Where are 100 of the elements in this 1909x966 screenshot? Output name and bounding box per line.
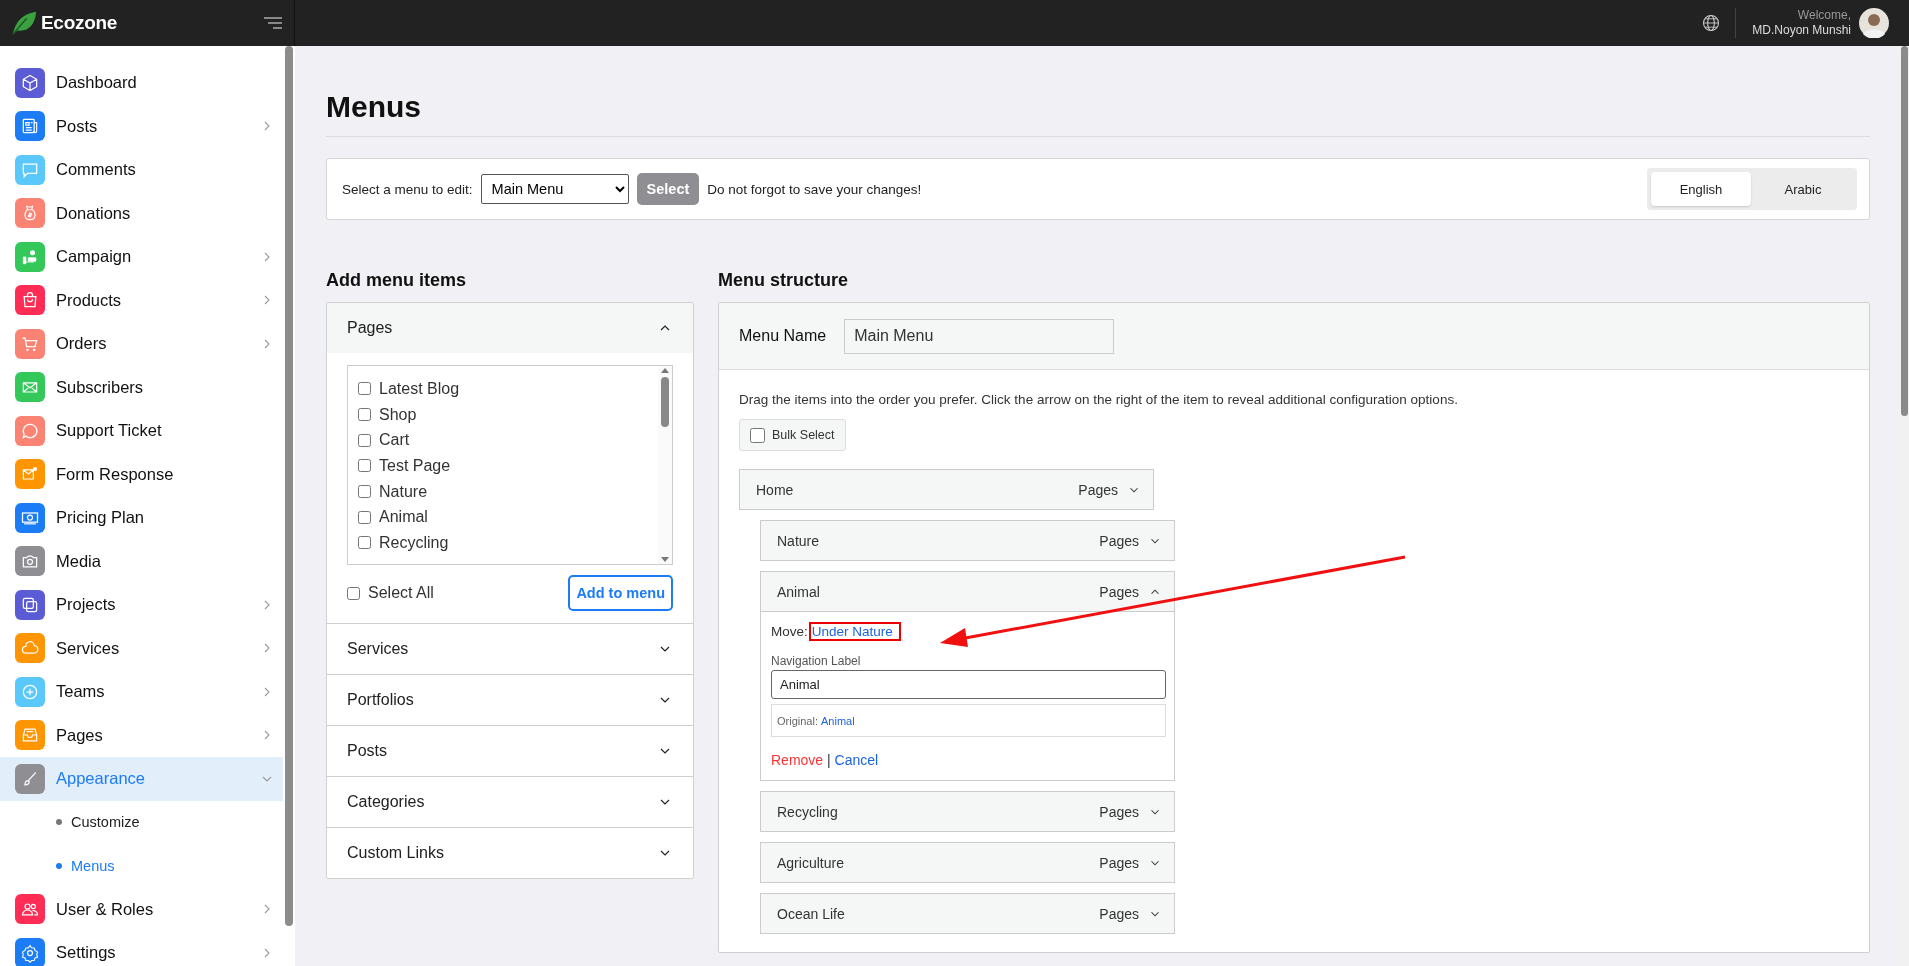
checkbox[interactable] [750,427,765,443]
section-title: Portfolios [347,691,414,709]
page-option: Test Page [379,456,451,475]
section-heading: Menu structure [718,270,850,291]
scrollbar-thumb[interactable] [661,377,669,427]
menu-select[interactable]: Main Menu [480,174,629,204]
sidebar-item[interactable]: Comments [0,148,283,192]
menu-icon[interactable] [262,14,284,32]
item-type: Pages [1099,532,1139,549]
page-option: Shop [379,405,417,424]
scroll-down-icon [660,556,670,564]
item-type: Pages [1099,905,1139,922]
sidebar-item[interactable]: User & Roles [0,887,283,931]
sidebar-item[interactable]: Projects [0,583,283,627]
menu-item-bar[interactable]: Recycling Pages [760,791,1175,832]
page-option: Recycling [379,533,449,552]
checkbox[interactable] [358,382,371,396]
user-name[interactable]: MD.Noyon Munshi [1752,23,1851,38]
original-label: Original: [777,714,818,727]
sidebar-item[interactable]: Campaign [0,235,283,279]
move-label: Move: [771,624,808,639]
section-title: Pages [347,319,393,337]
sidebar-item[interactable]: Products [0,278,283,322]
menu-item-bar[interactable]: Nature Pages [760,520,1175,561]
menu-item-label: Nature [777,532,821,549]
menu-item-label: Agriculture [777,854,845,871]
globe-icon[interactable] [1701,13,1722,33]
section-heading: Add menu items [326,270,468,291]
bullet-dot [56,819,62,826]
sidebar-item[interactable]: Pages [0,713,283,757]
scroll-up-icon [660,366,670,374]
section-title: Custom Links [347,844,444,862]
checkbox[interactable] [347,586,360,600]
separator: | [826,752,832,768]
page-option: Latest Blog [379,379,460,398]
menu-item-label: Recycling [777,803,839,820]
menu-name-label: Menu Name [739,327,827,345]
item-type: Pages [1099,803,1139,820]
move-link[interactable]: Under Nature [811,624,893,639]
page-scrollbar[interactable] [1900,46,1909,966]
accordion-header[interactable]: Posts [327,726,693,776]
sidebar-item[interactable]: Support Ticket [0,409,283,453]
sidebar-item[interactable]: Donations [0,191,283,235]
sidebar-item[interactable]: Settings [0,931,283,966]
language-tab[interactable]: Arabic [1753,172,1853,206]
sidebar-subitem[interactable]: Customize [0,800,283,844]
page-option: Cart [379,431,410,450]
checkbox[interactable] [358,485,371,499]
accordion-header[interactable]: Portfolios [327,675,693,725]
accordion-header[interactable]: Services [327,624,693,674]
checkbox[interactable] [358,433,371,447]
checkbox[interactable] [358,536,371,550]
cancel-link[interactable]: Cancel [834,752,879,768]
select-all-label: Select All [368,584,434,602]
menu-item-label: Ocean Life [777,905,846,922]
checkbox[interactable] [358,459,371,473]
field-label: Navigation Label [771,654,862,668]
welcome-text: Welcome, [1797,8,1851,23]
select-label: Select a menu to edit: [342,181,473,197]
original-link[interactable]: Animal [821,714,855,727]
item-type: Pages [1078,481,1118,498]
navigation-label-field[interactable]: Animal [771,670,1166,699]
item-type: Pages [1099,583,1139,600]
sidebar-item[interactable]: Subscribers [0,365,283,409]
add-to-menu-button[interactable]: Add to menu [568,575,673,611]
bullet-dot [56,862,62,869]
bulk-select-button[interactable]: Bulk Select [739,419,846,451]
menu-item-label: Animal [777,583,821,600]
page-option: Animal [379,508,428,527]
sidebar-item[interactable]: Orders [0,322,283,366]
sidebar-scrollbar[interactable] [285,46,293,926]
section-title: Categories [347,793,425,811]
menu-item-bar[interactable]: Home Pages [739,469,1154,510]
save-reminder: Do not forgot to save your changes! [707,181,922,197]
section-title: Posts [347,742,387,760]
instructions-text: Drag the items into the order you prefer. Click the arrow on the right of the item to reveal additional configuration options. [739,392,1459,407]
accordion-header[interactable]: Categories [327,777,693,827]
section-title: Services [347,640,409,658]
checkbox[interactable] [358,408,371,422]
accordion-header[interactable]: Pages [327,303,693,353]
sidebar-item[interactable]: Pricing Plan [0,496,283,540]
sidebar-item[interactable]: Posts [0,104,283,148]
sidebar-item[interactable]: Services [0,626,283,670]
menu-item-bar[interactable]: Animal Pages [760,571,1175,612]
avatar[interactable] [1859,8,1889,38]
leaf-icon [10,9,38,37]
sidebar-item[interactable]: Form Response [0,452,283,496]
sidebar-subitem[interactable]: Menus [0,844,283,888]
menu-name-field[interactable]: Main Menu [844,318,1115,354]
menu-item-bar[interactable]: Agriculture Pages [760,842,1175,883]
remove-link[interactable]: Remove [771,752,824,768]
sidebar-item[interactable]: Media [0,539,283,583]
menu-item-bar[interactable]: Ocean Life Pages [760,893,1175,934]
brand-name: Ecozone [41,12,118,34]
checkbox[interactable] [358,510,371,524]
page-title: Menus [326,46,1870,137]
language-tab[interactable]: English [1651,172,1751,206]
sidebar-item[interactable]: Teams [0,670,283,714]
accordion-header[interactable]: Custom Links [327,828,693,878]
sidebar-item[interactable]: Dashboard [0,61,283,105]
